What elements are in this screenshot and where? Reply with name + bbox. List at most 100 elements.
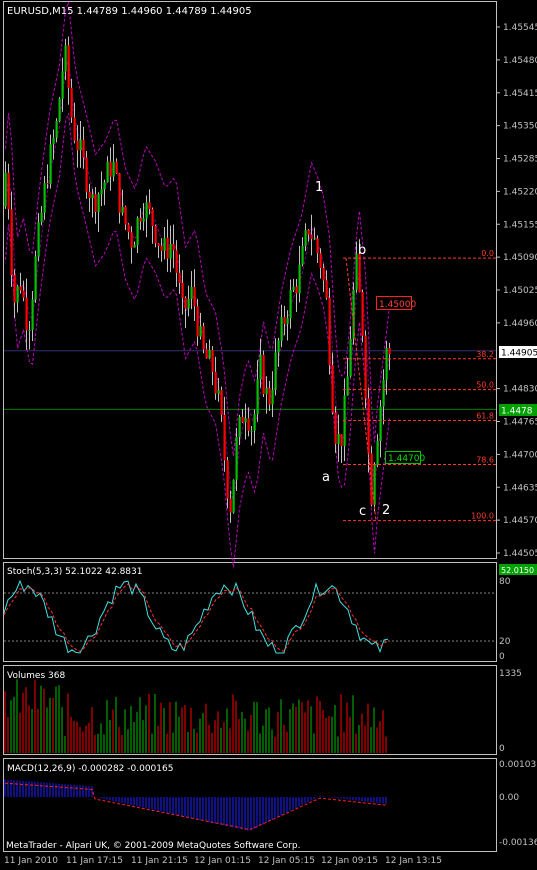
bear-candle xyxy=(241,416,244,423)
red-price-box: 1.45000 xyxy=(376,296,416,310)
macd-tick-min: -0.00136 xyxy=(499,838,537,848)
bear-candle xyxy=(193,286,196,307)
bull-candle xyxy=(298,264,301,294)
bull-candle xyxy=(169,244,172,259)
bull-candle xyxy=(106,161,109,183)
green-price-box: 1.44700 xyxy=(385,451,425,464)
bull-candle xyxy=(280,316,283,341)
bear-candle xyxy=(334,412,337,445)
bull-candle xyxy=(37,222,40,257)
bear-candle xyxy=(139,217,142,222)
bull-candle xyxy=(40,212,43,223)
bear-candle xyxy=(25,297,28,331)
fib-level-label: 0.0 xyxy=(481,249,494,258)
volume-label: Volumes 368 xyxy=(7,671,65,681)
bull-candle xyxy=(103,182,106,190)
x-tick-label: 11 Jan 21:15 xyxy=(131,856,188,866)
y-tick-label: 1.44765 xyxy=(503,418,537,428)
y-tick-label: 1.45025 xyxy=(503,286,537,296)
bull-candle xyxy=(28,329,31,331)
bull-candle xyxy=(79,139,82,151)
bear-candle xyxy=(325,280,328,298)
bull-candle xyxy=(289,290,292,319)
bull-candle xyxy=(244,418,247,423)
bear-candle xyxy=(319,253,322,268)
bull-candle xyxy=(112,161,115,177)
bull-candle xyxy=(34,256,37,300)
bull-candle xyxy=(304,230,307,247)
x-tick-label: 11 Jan 2010 xyxy=(4,856,58,866)
bull-candle xyxy=(277,340,280,353)
green-level-label: 1.4478 xyxy=(499,404,537,417)
bull-candle xyxy=(301,246,304,265)
bear-candle xyxy=(322,267,325,281)
y-tick-label: 1.45220 xyxy=(503,187,537,197)
bear-candle xyxy=(268,388,271,405)
bull-candle xyxy=(382,379,385,407)
bull-candle xyxy=(292,286,295,291)
bear-candle xyxy=(85,157,88,192)
bull-candle xyxy=(163,237,166,251)
bull-candle xyxy=(385,348,388,380)
bear-candle xyxy=(328,297,331,366)
macd-tick-max: 0.00103 xyxy=(499,760,536,770)
x-tick-label: 11 Jan 17:15 xyxy=(66,856,123,866)
bear-candle xyxy=(67,45,70,88)
bull-candle xyxy=(133,244,136,248)
y-tick-label: 1.44830 xyxy=(503,385,537,395)
bear-candle xyxy=(166,237,169,259)
bear-candle xyxy=(46,183,49,185)
bear-candle xyxy=(220,390,223,415)
x-tick-label: 12 Jan 09:15 xyxy=(321,856,378,866)
bear-candle xyxy=(184,297,187,309)
bull-candle xyxy=(235,436,238,480)
stoch-tick-20: 20 xyxy=(499,637,511,647)
bear-candle xyxy=(364,335,367,399)
fib-level-label: 38.2 xyxy=(476,350,494,359)
wave-label-a: a xyxy=(322,470,330,485)
bull-candle xyxy=(337,434,340,445)
bear-candle xyxy=(310,234,313,240)
x-tick-label: 12 Jan 01:15 xyxy=(194,856,251,866)
wave-label-1: 1 xyxy=(315,180,323,195)
bull-candle xyxy=(31,299,34,330)
bear-candle xyxy=(13,274,16,303)
bear-candle xyxy=(160,245,163,251)
bull-candle xyxy=(49,144,52,184)
bull-candle xyxy=(100,189,103,195)
stoch-value-label: 52.0150 xyxy=(499,564,537,575)
y-tick-label: 1.44700 xyxy=(503,450,537,460)
x-tick-label: 12 Jan 13:15 xyxy=(385,856,442,866)
fib-level-label: 100.0 xyxy=(471,512,494,521)
stoch-tick-80: 80 xyxy=(499,577,511,587)
bull-candle xyxy=(145,202,148,219)
bear-candle xyxy=(154,225,157,244)
bear-candle xyxy=(229,498,232,513)
bull-candle xyxy=(256,379,259,415)
bear-candle xyxy=(130,232,133,248)
bull-candle xyxy=(232,479,235,513)
bull-candle xyxy=(238,416,241,437)
bull-candle xyxy=(274,352,277,390)
bull-candle xyxy=(16,286,19,303)
bear-candle xyxy=(361,292,364,336)
bear-candle xyxy=(196,306,199,337)
bull-candle xyxy=(346,376,349,396)
bear-candle xyxy=(115,161,118,174)
bull-candle xyxy=(355,253,358,290)
bull-candle xyxy=(187,298,190,309)
bear-candle xyxy=(295,286,298,294)
macd-label: MACD(12,26,9) -0.000282 -0.000165 xyxy=(7,764,173,774)
stoch-label: Stoch(5,3,3) 52.1022 42.8831 xyxy=(7,567,142,577)
bull-candle xyxy=(55,120,58,138)
bull-candle xyxy=(349,338,352,377)
stoch-tick-0: 0 xyxy=(499,652,505,662)
bear-candle xyxy=(283,316,286,324)
bear-candle xyxy=(148,202,151,210)
bear-candle xyxy=(151,209,154,226)
bull-candle xyxy=(61,71,64,99)
bear-candle xyxy=(157,243,160,246)
bear-candle xyxy=(124,206,127,225)
bear-candle xyxy=(316,238,319,254)
bull-candle xyxy=(199,326,202,337)
